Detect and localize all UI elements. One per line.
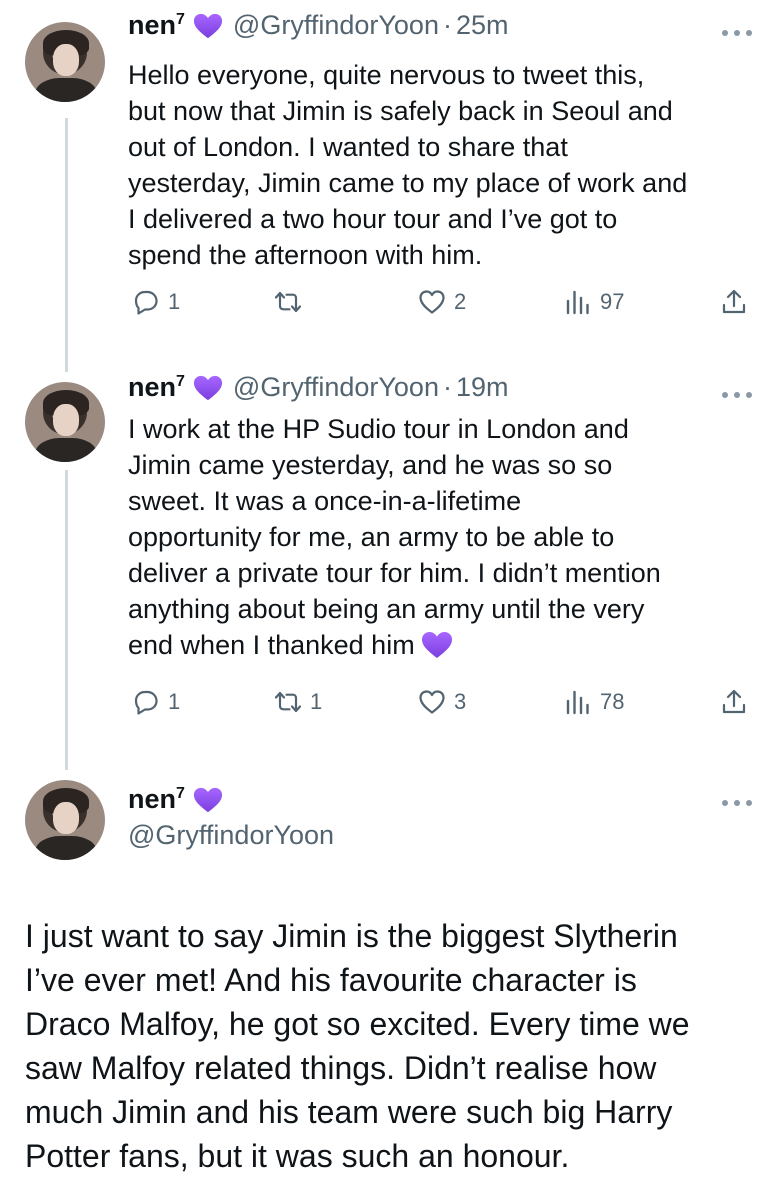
like-button[interactable]: 3 (418, 688, 466, 716)
tweet-text-line: end when I thanked him (128, 627, 768, 663)
share-icon (720, 288, 748, 316)
tweet-text-line: I work at the HP Sudio tour in London an… (128, 414, 629, 444)
display-name[interactable]: nen7 (128, 372, 185, 403)
more-dots-icon[interactable] (722, 796, 752, 810)
reply-count: 1 (168, 689, 181, 714)
tweet-text-line: I delivered a two hour tour and I’ve got… (128, 204, 618, 234)
avatar[interactable] (25, 382, 105, 462)
user-handle[interactable]: @GryffindorYoon (233, 372, 439, 403)
tweet-text-line: opportunity for me, an army to be able t… (128, 522, 615, 552)
separator-dot: · (442, 10, 452, 40)
tweet-text-line: out of London. I wanted to share that (128, 132, 568, 162)
purple-heart-icon (193, 12, 223, 40)
like-count: 2 (454, 289, 467, 314)
views-button[interactable]: 97 (564, 288, 624, 316)
tweet-text-line: yesterday, Jimin came to my place of wor… (128, 168, 688, 198)
tweet-text-line: sweet. It was a once-in-a-lifetime (128, 486, 522, 516)
tweet-text-line: saw Malfoy related things. Didn’t realis… (25, 1050, 657, 1086)
share-button[interactable] (720, 688, 748, 716)
user-handle[interactable]: @GryffindorYoon (128, 820, 334, 851)
share-button[interactable] (720, 288, 748, 316)
more-dots-icon[interactable] (722, 26, 752, 40)
reply-icon (132, 288, 160, 316)
user-handle[interactable]: @GryffindorYoon (233, 10, 439, 41)
tweet-text-line: I’ve ever met! And his favourite charact… (25, 962, 637, 998)
avatar[interactable] (25, 780, 105, 860)
reply-button[interactable]: 1 (132, 288, 180, 316)
heart-outline-icon (418, 688, 446, 716)
heart-outline-icon (418, 288, 446, 316)
retweet-icon (274, 288, 302, 316)
share-icon (720, 688, 748, 716)
retweet-count: 1 (310, 689, 323, 714)
tweet-text-line: anything about being an army until the v… (128, 594, 645, 624)
purple-heart-icon (193, 786, 223, 814)
tweet-text-line: deliver a private tour for him. I didn’t… (128, 558, 661, 588)
tweet-text-line: but now that Jimin is safely back in Seo… (128, 96, 673, 126)
tweet-text-line: spend the afternoon with him. (128, 240, 483, 270)
views-bar-chart-icon (564, 688, 592, 716)
reply-count: 1 (168, 289, 181, 314)
display-name[interactable]: nen7 (128, 784, 185, 815)
timestamp[interactable]: 19m (456, 372, 509, 403)
tweet-text-line: much Jimin and his team were such big Ha… (25, 1094, 673, 1130)
retweet-button[interactable]: 1 (274, 688, 322, 716)
tweet-text-line: Hello everyone, quite nervous to tweet t… (128, 60, 645, 90)
avatar[interactable] (25, 22, 105, 102)
views-count: 78 (600, 689, 625, 714)
tweet[interactable]: nen7 @GryffindorYoon · 19m I work at the… (0, 360, 781, 750)
action-bar: 1 2 97 (128, 288, 758, 324)
purple-heart-icon (421, 631, 453, 659)
separator-dot: · (442, 372, 452, 402)
like-count: 3 (454, 689, 467, 714)
tweet-text-line: Jimin came yesterday, and he was so so (128, 450, 613, 480)
retweet-icon (274, 688, 302, 716)
action-bar: 1 1 3 78 (128, 688, 758, 724)
tweet-text-line: I just want to say Jimin is the biggest … (25, 918, 678, 954)
tweet-text-line-end: end when I thanked him (128, 630, 415, 660)
timestamp[interactable]: 25m (456, 10, 509, 41)
views-bar-chart-icon (564, 288, 592, 316)
reply-icon (132, 688, 160, 716)
main-tweet-text: I just want to say Jimin is the biggest … (25, 914, 765, 1178)
purple-heart-icon (193, 374, 223, 402)
like-button[interactable]: 2 (418, 288, 466, 316)
tweet[interactable]: nen7 @GryffindorYoon · 25m Hello everyon… (0, 0, 781, 360)
tweet-text-line: Potter fans, but it was such an honour. (25, 1138, 570, 1174)
tweet-text: I work at the HP Sudio tour in London an… (128, 411, 768, 663)
more-dots-icon[interactable] (722, 388, 752, 402)
tweet-text-line: Draco Malfoy, he got so excited. Every t… (25, 1006, 690, 1042)
retweet-button[interactable] (274, 288, 310, 316)
display-name[interactable]: nen7 (128, 10, 185, 41)
views-count: 97 (600, 289, 625, 314)
tweet-text: Hello everyone, quite nervous to tweet t… (128, 57, 768, 273)
views-button[interactable]: 78 (564, 688, 624, 716)
reply-button[interactable]: 1 (132, 688, 180, 716)
main-tweet[interactable]: nen7 @GryffindorYoon I just want to say … (0, 750, 781, 1200)
